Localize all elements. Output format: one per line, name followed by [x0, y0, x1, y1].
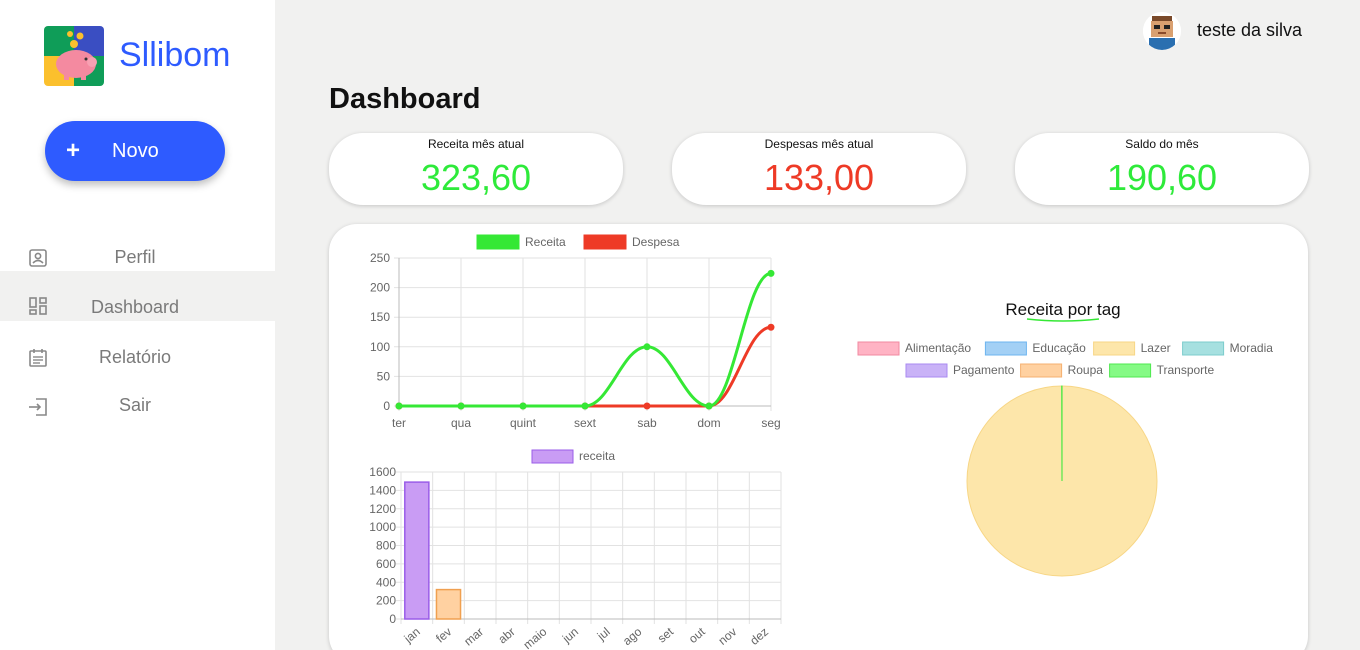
- y-tick-label: 1000: [369, 520, 396, 534]
- data-point: [767, 323, 775, 331]
- legend-label: Despesa: [632, 235, 680, 249]
- legend-label: receita: [579, 449, 615, 463]
- x-tick-label: jul: [594, 625, 613, 644]
- y-tick-label: 1600: [369, 465, 396, 479]
- x-tick-label: dom: [697, 416, 720, 430]
- y-tick-label: 200: [370, 281, 390, 295]
- data-point: [705, 402, 713, 410]
- data-point: [581, 402, 589, 410]
- x-tick-label: ago: [620, 624, 645, 648]
- y-tick-label: 800: [376, 539, 396, 553]
- legend-swatch: [1109, 363, 1152, 378]
- x-tick-label: quint: [510, 416, 537, 430]
- legend-label: Lazer: [1141, 341, 1171, 355]
- y-tick-label: 1400: [369, 483, 396, 497]
- legend-swatch: [1020, 363, 1063, 378]
- charts-svg: 0 50 100 150 200 250 ter qua quint sext sab dom seg R…: [369, 234, 1274, 650]
- y-tick-label: 200: [376, 594, 396, 608]
- x-tick-label: qua: [451, 416, 471, 430]
- x-tick-label: jun: [559, 625, 581, 647]
- x-tick-label: seg: [761, 416, 780, 430]
- x-tick-label: sext: [574, 416, 597, 430]
- legend-label: Transporte: [1157, 363, 1215, 377]
- legend-label: Roupa: [1068, 363, 1104, 377]
- legend-swatch: [583, 234, 627, 250]
- x-tick-label: abr: [495, 625, 517, 647]
- x-tick-label: out: [686, 624, 708, 646]
- bar-jan: [404, 481, 430, 620]
- y-tick-label: 400: [376, 575, 396, 589]
- legend-label: Pagamento: [953, 363, 1015, 377]
- legend-swatch: [531, 449, 574, 464]
- legend-swatch: [905, 363, 948, 378]
- x-tick-label: fev: [433, 625, 454, 646]
- y-tick-label: 0: [389, 612, 396, 626]
- legend-swatch: [1093, 341, 1136, 356]
- legend-label: Alimentação: [905, 341, 971, 355]
- y-tick-label: 50: [377, 369, 391, 383]
- title-underline: [1026, 318, 1100, 322]
- y-tick-label: 0: [383, 399, 390, 413]
- x-tick-label: maio: [521, 624, 550, 650]
- data-point: [519, 402, 527, 410]
- x-tick-label: set: [655, 624, 677, 645]
- legend-swatch: [476, 234, 520, 250]
- x-tick-label: jan: [401, 625, 423, 647]
- x-tick-label: ter: [392, 416, 406, 430]
- data-point: [457, 402, 465, 410]
- y-tick-label: 1200: [369, 502, 396, 516]
- legend-label: Receita: [525, 235, 566, 249]
- y-tick-label: 600: [376, 557, 396, 571]
- legend-swatch: [1182, 341, 1225, 356]
- y-tick-label: 100: [370, 340, 390, 354]
- data-point: [643, 343, 651, 351]
- data-point: [395, 402, 403, 410]
- pie-title: Receita por tag: [1005, 300, 1120, 319]
- x-tick-label: mar: [461, 625, 486, 649]
- y-tick-label: 250: [370, 251, 390, 265]
- bar-fev: [435, 588, 462, 620]
- legend-label: Moradia: [1230, 341, 1274, 355]
- x-tick-label: nov: [716, 625, 740, 648]
- x-tick-label: dez: [747, 625, 771, 648]
- y-tick-label: 150: [370, 310, 390, 324]
- x-tick-label: sab: [637, 416, 657, 430]
- legend-label: Educação: [1032, 341, 1086, 355]
- data-point: [643, 402, 651, 410]
- data-point: [767, 269, 775, 277]
- legend-swatch: [984, 341, 1027, 356]
- legend-swatch: [857, 341, 900, 356]
